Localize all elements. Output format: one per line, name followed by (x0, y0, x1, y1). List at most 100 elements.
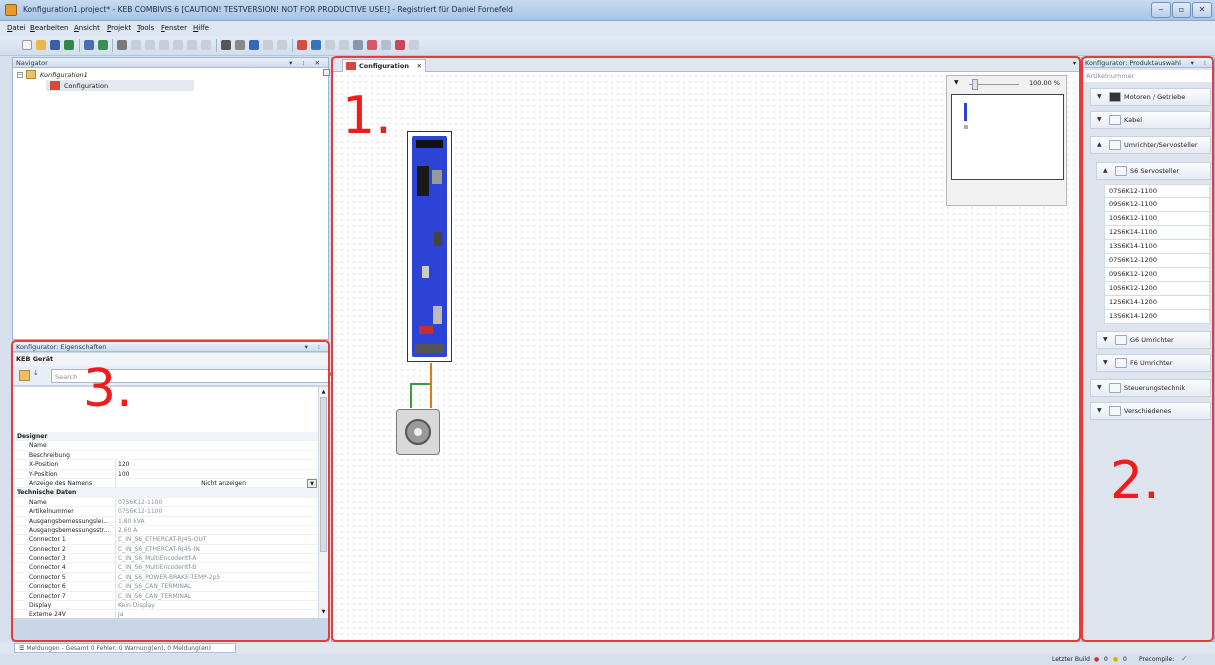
restore-button[interactable]: ▫ (1172, 2, 1191, 18)
download-icon[interactable] (381, 40, 391, 50)
menu-ansicht[interactable]: Ansicht (74, 24, 100, 32)
param-icon[interactable] (353, 40, 363, 50)
group-kabel[interactable]: ▼ Kabel (1090, 111, 1211, 129)
servo-controller-device[interactable] (412, 136, 447, 357)
product-item[interactable]: 12S6K14-1200 (1104, 296, 1210, 310)
product-item[interactable]: 09S6K12-1100 (1104, 198, 1210, 212)
subgroup-s6[interactable]: ▲ S6 Servosteller (1096, 162, 1211, 180)
build-icon[interactable] (84, 40, 94, 50)
property-row[interactable]: X-Position 120 (13, 460, 318, 470)
value-dropdown-icon[interactable]: ▼ (307, 478, 317, 488)
menu-projekt[interactable]: Projekt (107, 24, 131, 32)
close-button[interactable]: ✕ (1192, 2, 1212, 18)
product-item[interactable]: 10S6K12-1100 (1104, 212, 1210, 226)
article-filter-input[interactable]: Artikelnummer (1084, 70, 1212, 82)
network-icon[interactable] (311, 40, 321, 50)
menu-datei[interactable]: Datei (7, 24, 26, 32)
device-icon[interactable] (297, 40, 307, 50)
scope-icon[interactable] (339, 40, 349, 50)
save-icon[interactable] (50, 40, 60, 50)
menu-bearbeiten[interactable]: Bearbeiten (30, 24, 68, 32)
product-item[interactable]: 07S6K12-1100 (1104, 184, 1210, 198)
grid-scrollbar[interactable]: ▲ ▼ (318, 387, 328, 618)
compare-icon[interactable] (395, 40, 405, 50)
tree-child-label[interactable]: Configuration (64, 82, 108, 90)
redo-icon[interactable] (145, 40, 155, 50)
property-row[interactable]: Name (13, 441, 318, 451)
report-icon[interactable] (409, 40, 419, 50)
subgroup-g6[interactable]: ▼ G6 Umrichter (1096, 331, 1211, 349)
property-row[interactable]: Connector 5 C_IN_S6_POWER-BRAKE-TEMP-2p5 (13, 572, 318, 583)
product-item[interactable]: 13S6K14-1100 (1104, 240, 1210, 254)
minimize-button[interactable]: ‒ (1151, 2, 1171, 18)
property-row[interactable]: Connector 2 C_IN_S6_ETHERCAT-RJ45-IN (13, 544, 318, 555)
copy-icon[interactable] (173, 40, 183, 50)
scroll-up-icon[interactable]: ▲ (320, 389, 327, 397)
property-row[interactable]: Beschreibung (13, 451, 318, 461)
property-row[interactable]: Ausgangsbemessungsstr... 2,60 A (13, 525, 318, 536)
property-row[interactable]: Connector 1 C_IN_S6_ETHERCAT-RJ45-OUT (13, 535, 318, 545)
property-row[interactable]: Connector 3 C_IN_S6_MultiEncoderItf-A (13, 554, 318, 564)
subgroup-f6[interactable]: ▼ F6 Umrichter (1096, 354, 1211, 372)
tab-list-icon[interactable]: ▾ (1073, 60, 1076, 67)
navigator-dropdown[interactable] (323, 69, 330, 76)
property-row[interactable]: Connector 6 C_IN_S6_CAN_TERMINAL (13, 582, 318, 592)
property-value[interactable]: 120 (115, 460, 318, 470)
online-icon[interactable] (325, 40, 335, 50)
overview-viewport[interactable] (951, 94, 1064, 180)
zoom-slider-thumb[interactable] (972, 79, 978, 90)
new-icon[interactable] (22, 40, 32, 50)
rebuild-icon[interactable] (98, 40, 108, 50)
property-row[interactable]: Name 07S6K12-1100 (13, 497, 318, 508)
replace-icon[interactable] (235, 40, 245, 50)
messages-tab[interactable]: ☰ Meldungen - Gesamt 0 Fehler, 0 Warnung… (14, 643, 236, 653)
upload-icon[interactable] (367, 40, 377, 50)
open-icon[interactable] (36, 40, 46, 50)
panel-buttons[interactable]: ▾ ⁝ ✕ (289, 58, 324, 68)
delete-icon[interactable] (201, 40, 211, 50)
tree-root-label[interactable]: Konfiguration1 (40, 71, 88, 79)
menu-tools[interactable]: Tools (137, 24, 154, 32)
property-value[interactable]: Nicht anzeigen (115, 478, 318, 488)
category-row[interactable]: Technische Daten (13, 488, 318, 498)
property-row[interactable]: Externe 24V Ja (13, 610, 318, 618)
cut-icon[interactable] (159, 40, 169, 50)
product-item[interactable]: 12S6K14-1100 (1104, 226, 1210, 240)
group-motoren[interactable]: ▼ Motoren / Getriebe (1090, 88, 1211, 106)
category-row[interactable]: Designer (13, 432, 318, 442)
export-icon[interactable] (277, 40, 287, 50)
sort-az-icon[interactable]: ↓ (33, 369, 39, 377)
tab-configuration[interactable]: Configuration ✕ (342, 59, 426, 72)
group-verschiedenes[interactable]: ▼ Verschiedenes (1090, 402, 1211, 420)
find-icon[interactable] (221, 40, 231, 50)
product-item[interactable]: 07S6K12-1200 (1104, 254, 1210, 268)
property-row[interactable]: Ausgangsbemessungslei... 1,80 kVA (13, 516, 318, 526)
panel-buttons[interactable]: ▾ ⁝ (305, 342, 324, 352)
scroll-down-icon[interactable]: ▼ (320, 609, 327, 617)
group-umrichter[interactable]: ▲ Umrichter/Servosteller (1090, 136, 1211, 154)
property-row[interactable]: Display Kein Display (13, 601, 318, 611)
product-item[interactable]: 13S6K14-1200 (1104, 310, 1210, 324)
property-row[interactable]: Artikelnummer 07S6K12-1100 (13, 507, 318, 517)
property-row[interactable]: Y-Position 100 (13, 469, 318, 479)
grid-icon[interactable] (249, 40, 259, 50)
save-all-icon[interactable] (64, 40, 74, 50)
property-row[interactable]: Connector 7 C_IN_S6_CAN_TERMINAL (13, 591, 318, 602)
categorized-icon[interactable] (19, 370, 30, 381)
motor-device[interactable] (396, 409, 440, 455)
scroll-thumb[interactable] (320, 397, 327, 552)
tree-expander-icon[interactable]: − (17, 72, 23, 78)
undo-icon[interactable] (131, 40, 141, 50)
link-icon[interactable] (263, 40, 273, 50)
property-value[interactable]: 100 (115, 469, 318, 479)
close-tab-icon[interactable]: ✕ (417, 60, 422, 72)
paste-icon[interactable] (187, 40, 197, 50)
property-row[interactable]: Connector 4 C_IN_S6_MultiEncoderItf-B (13, 563, 318, 573)
menu-hilfe[interactable]: Hilfe (193, 24, 209, 32)
property-row[interactable]: Anzeige des Namens Nicht anzeigen ▼ (13, 478, 318, 489)
product-item[interactable]: 10S6K12-1200 (1104, 282, 1210, 296)
print-icon[interactable] (117, 40, 127, 50)
zoom-menu-icon[interactable]: ▼ (954, 79, 959, 86)
group-steuerung[interactable]: ▼ Steuerungstechnik (1090, 379, 1211, 397)
panel-buttons[interactable]: ▾ ⁝ (1191, 58, 1210, 68)
